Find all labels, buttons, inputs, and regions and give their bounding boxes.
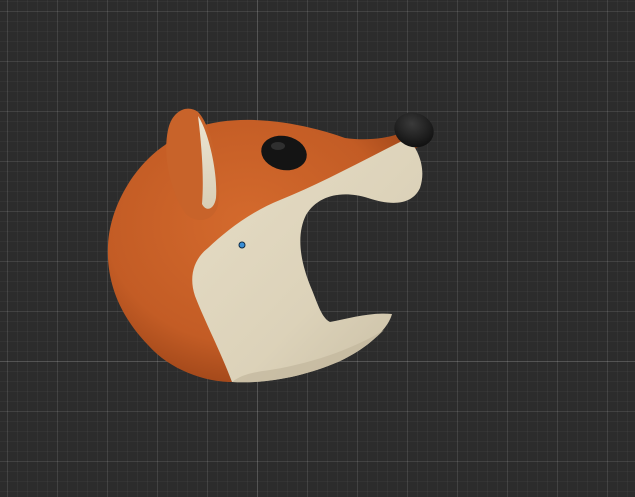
eye-highlight: [271, 142, 285, 150]
fox-head-model[interactable]: [0, 0, 635, 497]
3d-viewport[interactable]: [0, 0, 635, 497]
object-origin-pivot[interactable]: [238, 241, 246, 249]
